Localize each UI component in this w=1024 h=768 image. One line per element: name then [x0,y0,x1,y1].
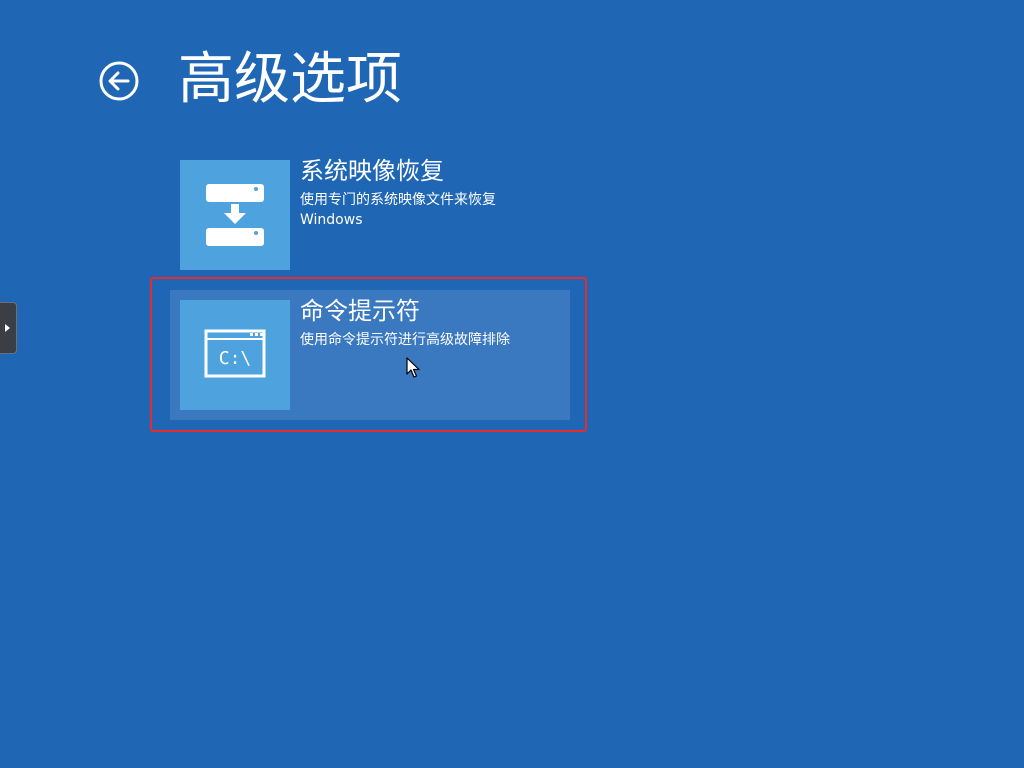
chevron-right-icon [5,324,10,332]
option-title: 系统映像恢复 [300,157,444,185]
option-system-image-recovery[interactable]: 系统映像恢复 使用专门的系统映像文件来恢复 Windows [170,150,570,280]
option-description: 使用命令提示符进行高级故障排除 [300,332,510,348]
option-description: 使用专门的系统映像文件来恢复 Windows [300,192,496,228]
back-button[interactable] [99,61,139,101]
drive-download-icon [206,184,264,246]
command-prompt-icon: C:\ [204,329,266,378]
option-title: 命令提示符 [300,297,420,325]
option-tile [180,160,290,270]
back-arrow-circle-icon [99,61,139,101]
command-prompt-icon-text: C:\ [219,348,252,369]
side-panel-handle[interactable] [0,302,17,354]
page-title: 高级选项 [178,47,402,112]
option-command-prompt[interactable]: C:\ 命令提示符 使用命令提示符进行高级故障排除 [170,290,570,420]
option-tile: C:\ [180,300,290,410]
